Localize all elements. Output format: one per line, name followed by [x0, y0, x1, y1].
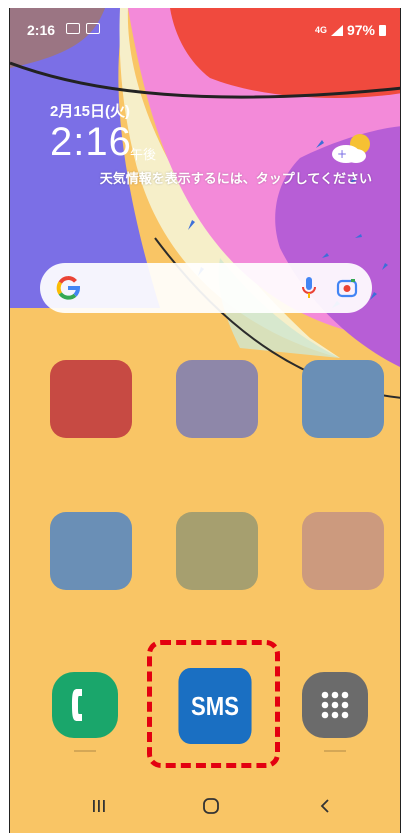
phone-app-icon[interactable]	[52, 672, 118, 738]
phone-screen: 2:16 4G 97% 2月15日(火) 2:16 午後 + 天気情報を表示する…	[9, 8, 401, 833]
google-search-bar[interactable]	[40, 263, 372, 313]
home-icon	[203, 798, 219, 814]
recents-button[interactable]	[81, 793, 117, 819]
status-time: 2:16	[27, 22, 56, 38]
weather-icon[interactable]: +	[326, 130, 376, 166]
status-right: 4G 97%	[315, 22, 386, 38]
gallery-notification-icon	[66, 23, 80, 34]
date-label[interactable]: 2月15日(火)	[50, 100, 130, 121]
app-icon-row2-col1[interactable]	[50, 512, 132, 590]
svg-text:+: +	[337, 147, 347, 161]
google-lens-icon[interactable]	[336, 277, 358, 299]
weather-prompt[interactable]: 天気情報を表示するには、タップしてください	[100, 168, 372, 187]
sms-highlight-frame	[147, 640, 280, 768]
microphone-icon[interactable]	[302, 276, 316, 300]
dock-indicator	[74, 750, 96, 752]
home-button[interactable]	[193, 793, 229, 819]
google-g-icon	[56, 275, 81, 300]
network-indicator: 4G	[314, 25, 327, 35]
battery-icon	[379, 24, 386, 36]
status-bar: 2:16 4G 97%	[10, 8, 400, 54]
dock-indicator	[324, 750, 346, 752]
recents-icon	[93, 800, 105, 812]
app-icon-row1-col2[interactable]	[176, 360, 258, 438]
app-icon-row1-col3[interactable]	[302, 360, 384, 438]
message-notification-icon	[86, 23, 100, 34]
clock-ampm: 午後	[130, 148, 157, 163]
app-drawer-icon[interactable]	[302, 672, 368, 738]
clock-time[interactable]: 2:16	[50, 120, 132, 165]
app-icon-row1-col1[interactable]	[50, 360, 132, 438]
back-icon	[320, 799, 329, 813]
back-button[interactable]	[307, 793, 343, 819]
app-icon-row2-col2[interactable]	[176, 512, 258, 590]
navigation-bar	[10, 779, 400, 833]
signal-icon	[330, 24, 343, 36]
app-icon-row2-col3[interactable]	[302, 512, 384, 590]
battery-percent: 97%	[346, 22, 375, 38]
